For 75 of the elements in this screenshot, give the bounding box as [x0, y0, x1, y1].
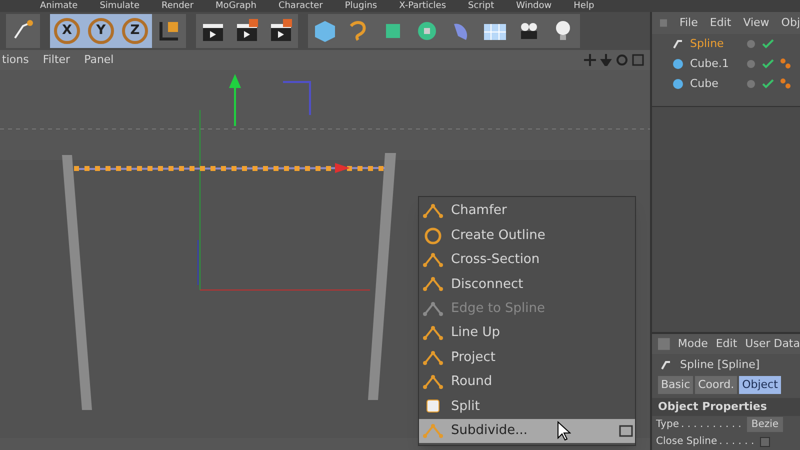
- menu-item[interactable]: Render: [162, 2, 194, 10]
- field-label: Close Spline: [656, 435, 718, 449]
- attributes-menu-item[interactable]: User Data: [745, 336, 800, 352]
- object-manager-menu-item[interactable]: View: [743, 14, 770, 32]
- menu-item[interactable]: X-Particles: [399, 2, 446, 10]
- coordinate-system-icon[interactable]: [152, 14, 186, 48]
- attributes-menu-item[interactable]: Mode: [678, 336, 708, 352]
- context-menu-item[interactable]: Disconnect: [419, 272, 635, 297]
- object-row[interactable]: Cube: [652, 74, 800, 94]
- viewport-menu-item[interactable]: Panel: [84, 52, 114, 68]
- clapperboard-icon[interactable]: [196, 14, 230, 48]
- rotate-icon[interactable]: [616, 54, 628, 66]
- context-menu-item[interactable]: Line Up: [419, 320, 635, 346]
- field-label: Type: [656, 418, 679, 432]
- section-header: Object Properties: [652, 398, 800, 416]
- context-menu-item[interactable]: Split: [419, 394, 635, 419]
- object-manager-menu-item[interactable]: Obj: [781, 14, 800, 32]
- visibility-dot-icon[interactable]: [746, 59, 756, 69]
- bone-tool-icon[interactable]: [6, 14, 40, 48]
- menu-item[interactable]: Animate: [40, 2, 78, 10]
- viewport-menu-item[interactable]: tions: [2, 52, 29, 68]
- attribute-tab[interactable]: Object: [739, 376, 781, 394]
- context-menu-item[interactable]: Project: [419, 345, 635, 370]
- tag-dots-icon[interactable]: [780, 58, 792, 70]
- spline-icon: [660, 359, 672, 371]
- menu-item[interactable]: Window: [516, 2, 552, 10]
- cube-icon: [672, 78, 684, 90]
- checkbox[interactable]: [760, 436, 770, 446]
- context-menu-item[interactable]: Round: [419, 370, 635, 394]
- grip-icon[interactable]: [658, 338, 670, 350]
- gizmo-arrow[interactable]: [229, 74, 241, 126]
- visibility-dot-icon[interactable]: [746, 79, 756, 89]
- axis-lock-button[interactable]: Z: [118, 14, 152, 48]
- axis-lock-button[interactable]: X: [50, 14, 84, 48]
- submenu-window-icon[interactable]: [619, 424, 633, 438]
- attribute-tab[interactable]: Coord.: [695, 376, 738, 394]
- menu-item[interactable]: Character: [278, 2, 323, 10]
- object-title: Spline [Spline]: [680, 356, 760, 373]
- maximize-icon[interactable]: [632, 54, 644, 66]
- arrow-down-icon[interactable]: [600, 54, 612, 66]
- context-menu-item[interactable]: Chamfer: [419, 199, 635, 224]
- viewport-menu-item[interactable]: Filter: [42, 52, 70, 68]
- tag-dots-icon[interactable]: [780, 78, 792, 90]
- gizmo-plane-handle[interactable]: [283, 81, 311, 115]
- spline-drawing[interactable]: [74, 163, 385, 173]
- context-menu-item[interactable]: Subdivide...: [419, 418, 635, 443]
- menu-item[interactable]: Script: [468, 2, 494, 10]
- context-menu-item[interactable]: Create Outline: [419, 223, 635, 248]
- cube-icon[interactable]: [308, 14, 342, 48]
- cube-icon: [672, 58, 684, 70]
- object-row[interactable]: Spline: [652, 34, 800, 54]
- checkmark-icon[interactable]: [762, 39, 774, 49]
- menu-item[interactable]: MoGraph: [216, 2, 256, 10]
- checkmark-icon[interactable]: [762, 79, 774, 89]
- type-dropdown[interactable]: Bezie: [747, 417, 783, 432]
- dot-leader: . . . . . .: [719, 435, 754, 449]
- visibility-dot-icon[interactable]: [746, 39, 756, 49]
- axis-lock-button[interactable]: Y: [84, 14, 118, 48]
- object-manager-menu-item[interactable]: File: [679, 14, 698, 32]
- clapperboard-icon[interactable]: [264, 14, 298, 48]
- object-manager-menu-item[interactable]: Edit: [710, 14, 732, 32]
- attribute-tab[interactable]: Basic: [658, 376, 694, 394]
- menu-item[interactable]: Simulate: [100, 2, 140, 10]
- menu-item[interactable]: Plugins: [344, 2, 378, 10]
- grip-icon[interactable]: [660, 17, 668, 29]
- move-icon[interactable]: [584, 54, 596, 66]
- light-bulb-icon[interactable]: [546, 14, 580, 48]
- context-menu-item[interactable]: Cross-Section: [419, 248, 635, 272]
- mouse-cursor-icon: [557, 421, 571, 441]
- checkmark-icon[interactable]: [762, 59, 774, 69]
- dot-leader: . . . . . . . . . .: [680, 418, 742, 432]
- menu-item[interactable]: Help: [574, 2, 594, 10]
- object-row[interactable]: Cube.1: [652, 54, 800, 74]
- attributes-menu-item[interactable]: Edit: [716, 336, 738, 352]
- spline-icon: [672, 38, 684, 50]
